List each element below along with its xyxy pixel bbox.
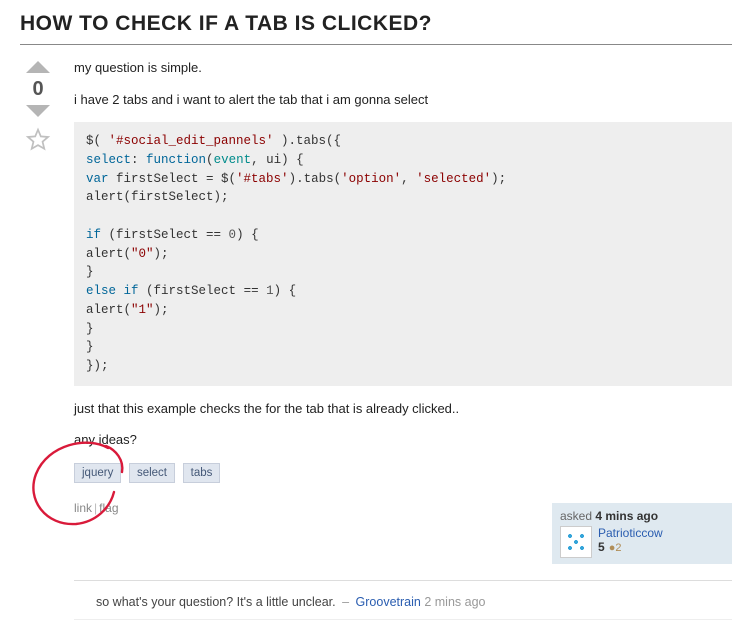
- tag-jquery[interactable]: jquery: [74, 463, 121, 483]
- post-paragraph: my question is simple.: [74, 59, 732, 77]
- vote-column: 0: [20, 59, 56, 620]
- separator: |: [94, 501, 97, 515]
- post-paragraph: i have 2 tabs and i want to alert the ta…: [74, 91, 732, 109]
- asked-time: asked 4 mins ago: [560, 509, 724, 523]
- vote-count: 0: [32, 79, 43, 99]
- code-block: $( '#social_edit_pannels' ).tabs({ selec…: [74, 122, 732, 386]
- tag-select[interactable]: select: [129, 463, 175, 483]
- tag-tabs[interactable]: tabs: [183, 463, 221, 483]
- avatar[interactable]: [560, 526, 592, 558]
- flag-action[interactable]: flag: [99, 501, 118, 515]
- favorite-star-icon[interactable]: [25, 127, 51, 153]
- username-link[interactable]: Patrioticcow: [598, 526, 663, 540]
- post-paragraph: any ideas?: [74, 431, 732, 449]
- tag-list: jquery select tabs: [74, 463, 732, 483]
- title-divider: [20, 44, 732, 45]
- user-card: asked 4 mins ago Patrioticcow 5 ●2: [552, 503, 732, 564]
- comment: so what's your question? It's a little u…: [74, 591, 732, 620]
- bronze-badge: ●2: [609, 542, 622, 554]
- question-title: HOW TO CHECK IF A TAB IS CLICKED?: [20, 12, 732, 36]
- comment-age: 2 mins ago: [424, 595, 485, 609]
- comments-section: so what's your question? It's a little u…: [74, 580, 732, 620]
- comment-text: so what's your question? It's a little u…: [96, 595, 336, 609]
- comment-user-link[interactable]: Groovetrain: [356, 595, 421, 609]
- reputation: 5: [598, 540, 605, 554]
- post-paragraph: just that this example checks the for th…: [74, 400, 732, 418]
- link-action[interactable]: link: [74, 501, 92, 515]
- upvote-icon[interactable]: [24, 59, 52, 75]
- downvote-icon[interactable]: [24, 103, 52, 119]
